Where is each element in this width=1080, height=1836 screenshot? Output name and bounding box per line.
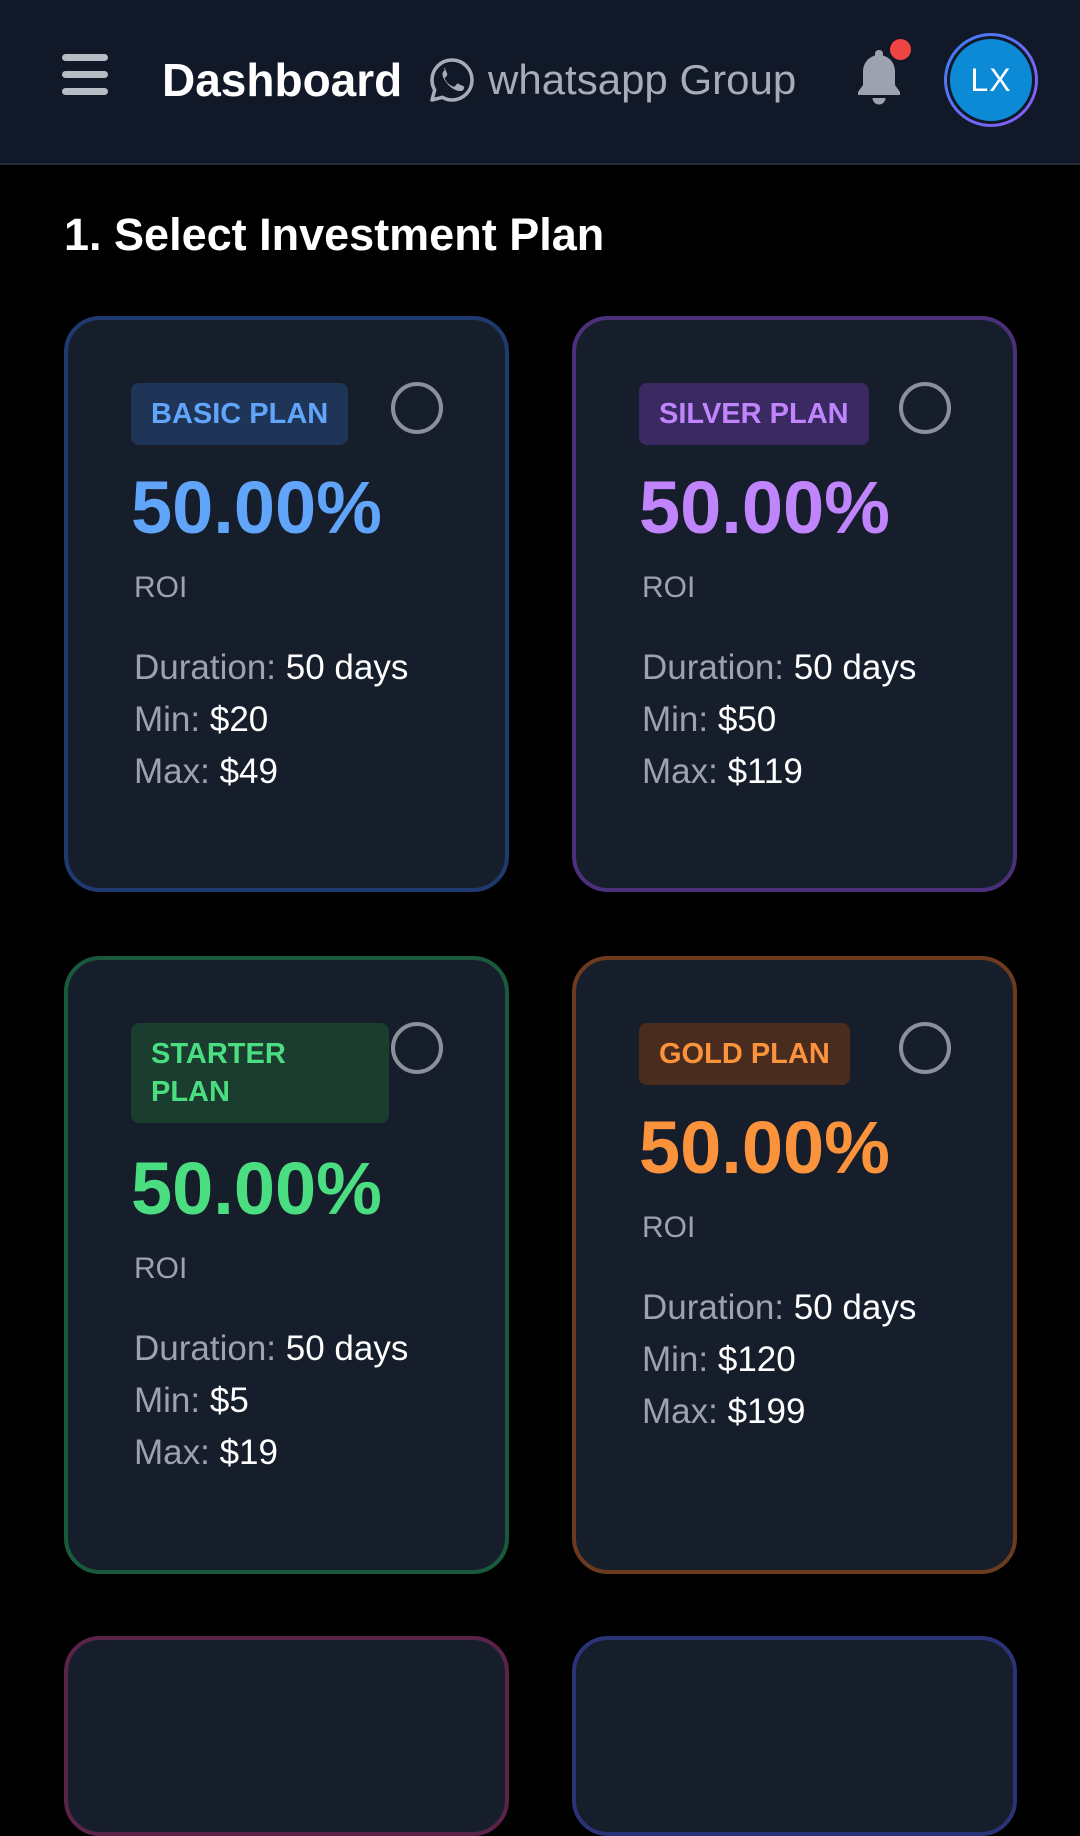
- plan-card-basic[interactable]: BASIC PLAN 50.00% ROI Duration: 50 days …: [64, 316, 509, 892]
- duration-label: Duration:: [642, 648, 785, 687]
- plan-details: Duration: 50 days Min: $50 Max: $119: [642, 642, 916, 798]
- hamburger-menu-icon[interactable]: [60, 52, 110, 98]
- roi-value: 50.00%: [131, 466, 382, 549]
- duration-label: Duration:: [642, 1288, 785, 1327]
- plan-badge: BASIC PLAN: [131, 383, 349, 445]
- plan-badge: STARTER PLAN: [131, 1023, 389, 1123]
- duration-row: Duration: 50 days: [642, 1282, 916, 1334]
- plan-details: Duration: 50 days Min: $20 Max: $49: [134, 642, 408, 798]
- roi-value: 50.00%: [639, 1106, 890, 1189]
- duration-value: 50 days: [285, 648, 409, 687]
- plan-badge: GOLD PLAN: [639, 1023, 850, 1085]
- whatsapp-group-link[interactable]: whatsapp Group: [428, 48, 796, 112]
- min-label: Min:: [642, 1340, 709, 1379]
- min-value: $120: [717, 1340, 796, 1379]
- plan-badge: SILVER PLAN: [639, 383, 869, 445]
- avatar-initials: LX: [950, 39, 1032, 121]
- max-value: $19: [219, 1433, 278, 1472]
- roi-label: ROI: [134, 571, 188, 604]
- duration-label: Duration:: [134, 648, 277, 687]
- duration-row: Duration: 50 days: [642, 642, 916, 694]
- plan-card-starter[interactable]: STARTER PLAN 50.00% ROI Duration: 50 day…: [64, 956, 509, 1574]
- min-label: Min:: [134, 1381, 201, 1420]
- plan-card-gold[interactable]: GOLD PLAN 50.00% ROI Duration: 50 days M…: [572, 956, 1017, 1574]
- min-value: $5: [209, 1381, 249, 1420]
- max-row: Max: $19: [134, 1427, 408, 1479]
- plan-radio-button[interactable]: [391, 1022, 443, 1074]
- max-row: Max: $199: [642, 1386, 916, 1438]
- plan-radio-button[interactable]: [899, 1022, 951, 1074]
- max-label: Max:: [134, 1433, 210, 1472]
- plan-radio-button[interactable]: [391, 382, 443, 434]
- whatsapp-group-label: whatsapp Group: [488, 56, 797, 103]
- min-value: $50: [717, 700, 777, 739]
- duration-row: Duration: 50 days: [134, 642, 408, 694]
- plan-card-silver[interactable]: SILVER PLAN 50.00% ROI Duration: 50 days…: [572, 316, 1017, 892]
- roi-label: ROI: [134, 1252, 188, 1285]
- max-label: Max:: [642, 752, 718, 791]
- roi-label: ROI: [642, 571, 696, 604]
- min-row: Min: $50: [642, 694, 916, 746]
- max-label: Max:: [134, 752, 210, 791]
- section-title: 1. Select Investment Plan: [64, 209, 605, 260]
- duration-value: 50 days: [285, 1329, 409, 1368]
- whatsapp-icon: [430, 58, 474, 102]
- roi-label: ROI: [642, 1211, 696, 1244]
- min-value: $20: [209, 700, 269, 739]
- min-label: Min:: [134, 700, 201, 739]
- min-row: Min: $20: [134, 694, 408, 746]
- roi-value: 50.00%: [639, 466, 890, 549]
- min-row: Min: $5: [134, 1375, 408, 1427]
- duration-value: 50 days: [793, 1288, 917, 1327]
- plan-radio-button[interactable]: [899, 382, 951, 434]
- max-value: $199: [727, 1392, 806, 1431]
- plan-card-partial[interactable]: [64, 1636, 509, 1836]
- plan-card-partial[interactable]: [572, 1636, 1017, 1836]
- plan-details: Duration: 50 days Min: $120 Max: $199: [642, 1282, 916, 1438]
- notification-dot: [890, 39, 911, 60]
- max-value: $49: [219, 752, 278, 791]
- max-row: Max: $49: [134, 746, 408, 798]
- duration-label: Duration:: [134, 1329, 277, 1368]
- max-value: $119: [727, 752, 803, 791]
- roi-value: 50.00%: [131, 1147, 382, 1230]
- max-label: Max:: [642, 1392, 718, 1431]
- min-row: Min: $120: [642, 1334, 916, 1386]
- page-title: Dashboard: [162, 54, 403, 106]
- plan-details: Duration: 50 days Min: $5 Max: $19: [134, 1323, 408, 1479]
- duration-value: 50 days: [793, 648, 917, 687]
- avatar[interactable]: LX: [944, 33, 1038, 127]
- max-row: Max: $119: [642, 746, 916, 798]
- top-bar: Dashboard whatsapp Group LX: [0, 0, 1080, 165]
- min-label: Min:: [642, 700, 709, 739]
- duration-row: Duration: 50 days: [134, 1323, 408, 1375]
